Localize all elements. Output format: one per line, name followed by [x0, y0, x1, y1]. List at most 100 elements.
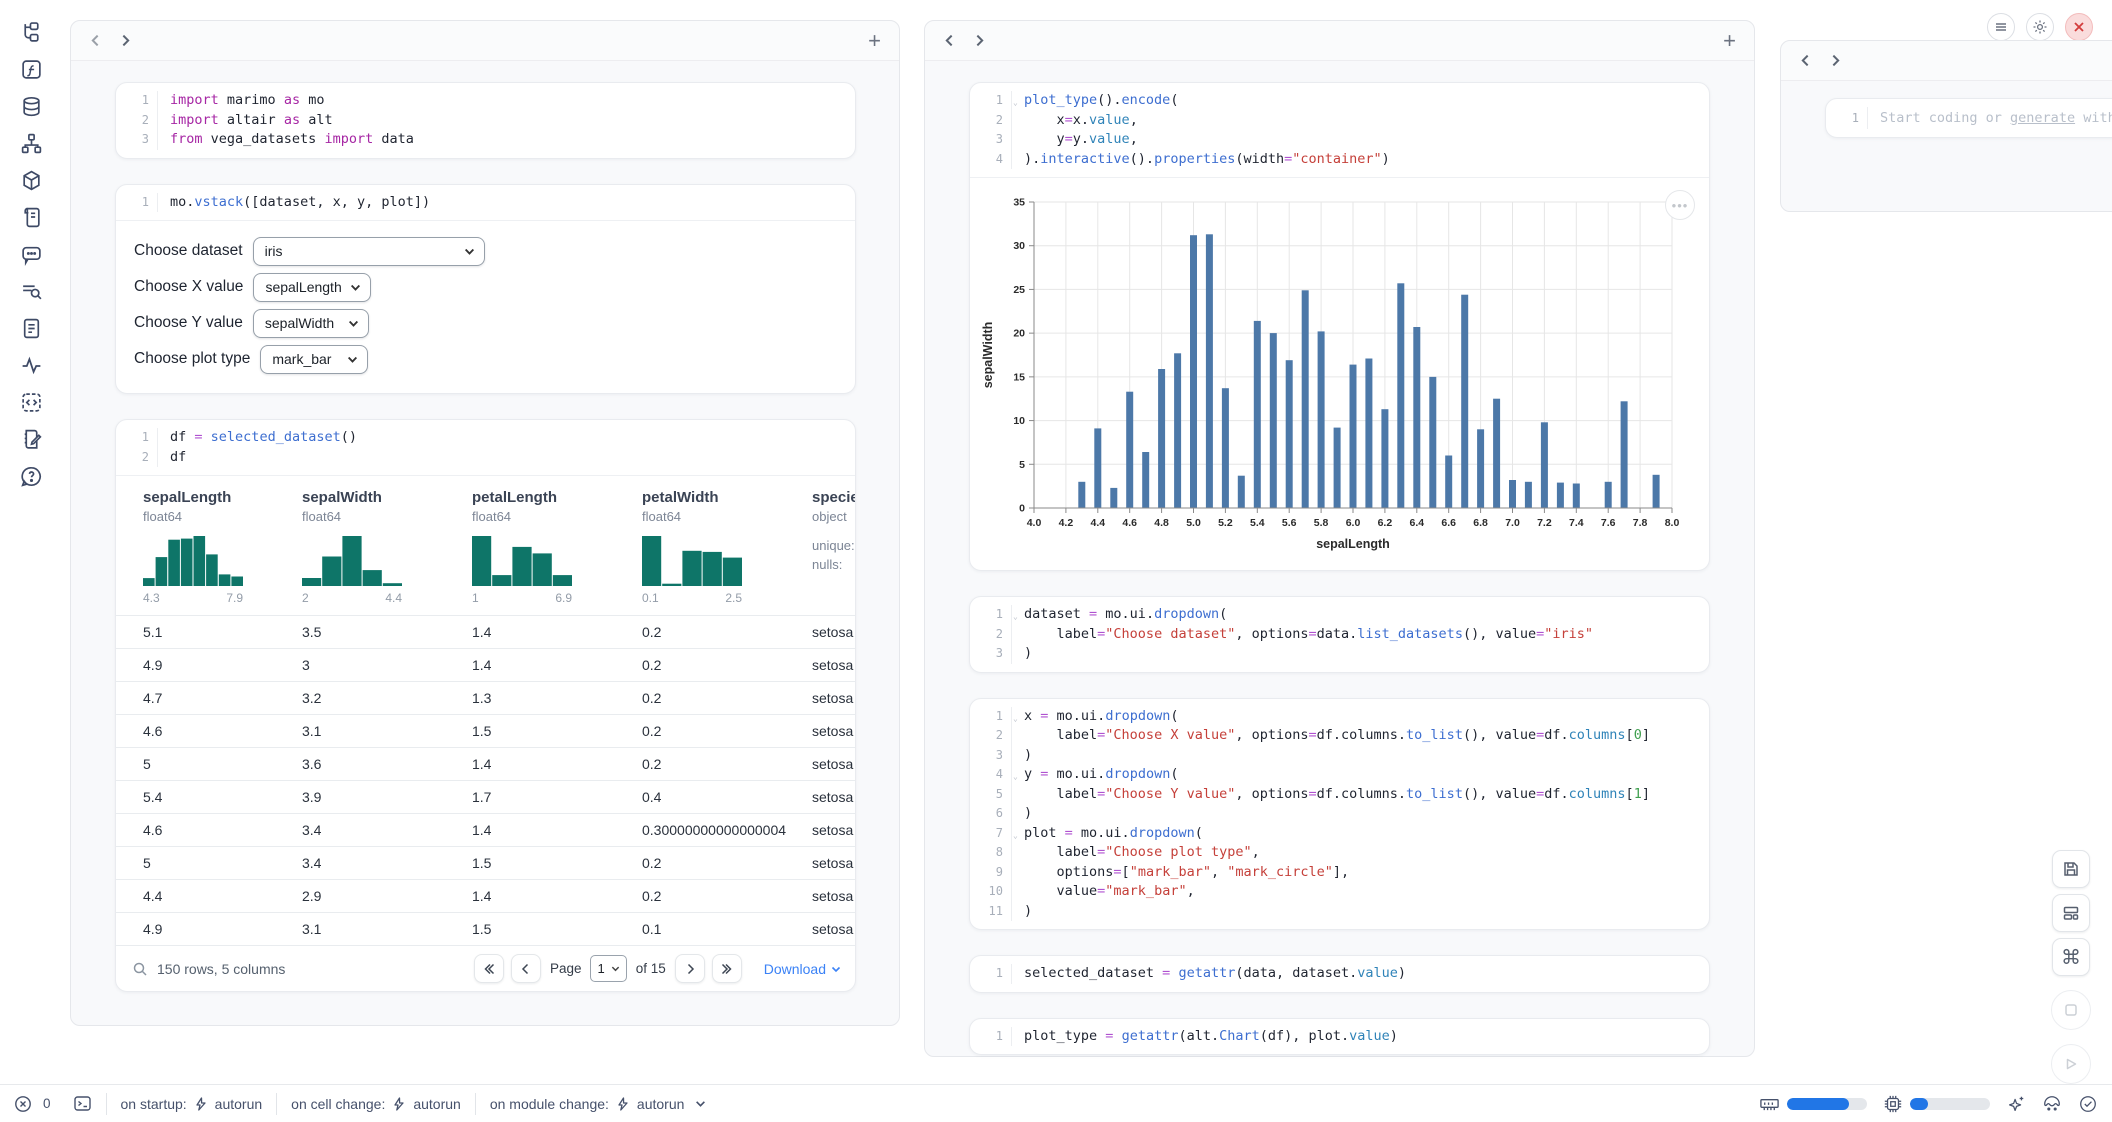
add-cell-button[interactable]: + [868, 30, 881, 52]
cpu-usage [1883, 1094, 1990, 1114]
table-row[interactable]: 4.93.11.50.1setosa [116, 912, 855, 945]
line-number: 2 [970, 726, 1012, 746]
control-label: Choose Y value [134, 314, 243, 332]
connection-status-icon[interactable] [2078, 1094, 2098, 1114]
stop-button[interactable] [2051, 990, 2091, 1030]
on-startup-mode[interactable]: on startup: autorun [121, 1096, 263, 1112]
copilot-icon[interactable] [2042, 1094, 2062, 1114]
table-row[interactable]: 5.43.91.70.4setosa [116, 780, 855, 813]
column-left-arrow[interactable] [943, 29, 973, 53]
code-editor[interactable]: 1import marimo as mo2import altair as al… [116, 83, 855, 158]
control-row: Choose datasetiris [134, 233, 837, 269]
table-row[interactable]: 4.63.41.40.30000000000000004setosa [116, 813, 855, 846]
datasources-icon[interactable] [0, 88, 62, 125]
column-histogram: 24.4 [302, 536, 472, 605]
tracing-icon[interactable] [0, 347, 62, 384]
scratchpad-icon[interactable] [0, 421, 62, 458]
svg-text:5.0: 5.0 [1186, 517, 1201, 529]
functions-icon[interactable] [0, 51, 62, 88]
choose-dataset-select[interactable]: iris [253, 237, 485, 266]
documentation-icon[interactable] [0, 199, 62, 236]
layout-button[interactable] [2052, 894, 2090, 932]
column-histogram: 4.37.9 [143, 536, 302, 605]
line-number: 10 [970, 882, 1012, 902]
table-row[interactable]: 53.61.40.2setosa [116, 747, 855, 780]
column-right-arrow[interactable] [973, 29, 1003, 53]
file-explorer-icon[interactable] [0, 14, 62, 51]
code-editor[interactable]: 1mo.vstack([dataset, x, y, plot]) [116, 185, 855, 221]
code-editor[interactable]: 1df = selected_dataset()2df [116, 420, 855, 475]
svg-text:30: 30 [1013, 240, 1025, 252]
line-number: 6 [970, 804, 1012, 824]
error-circle-icon [14, 1095, 32, 1113]
terminal-button[interactable] [73, 1094, 92, 1113]
packages-icon[interactable] [0, 162, 62, 199]
menu-button[interactable] [1987, 13, 2015, 41]
help-icon[interactable] [0, 458, 62, 495]
code-editor[interactable]: 1⌄x = mo.ui.dropdown(2 label="Choose X v… [970, 699, 1709, 930]
first-page-button[interactable] [474, 954, 504, 983]
editor-placeholder: Start coding or generate with [1868, 107, 2112, 129]
chat-icon[interactable] [0, 236, 62, 273]
column-header-petalLength[interactable]: petalLengthfloat6416.9 [472, 489, 642, 605]
table-row[interactable]: 4.931.40.2setosa [116, 648, 855, 681]
svg-text:5.6: 5.6 [1282, 517, 1297, 529]
svg-text:8.0: 8.0 [1665, 517, 1680, 529]
code-editor[interactable]: 1⌄plot_type().encode(2 x=x.value,3 y=y.v… [970, 83, 1709, 177]
window-controls [1987, 13, 2093, 41]
search-icon[interactable] [132, 961, 148, 977]
bar-chart[interactable]: 4.04.24.44.64.85.05.25.45.65.86.06.26.46… [976, 188, 1688, 564]
table-row[interactable]: 53.41.50.2setosa [116, 846, 855, 879]
run-button[interactable] [2051, 1044, 2091, 1084]
page-select[interactable]: 1 [590, 955, 626, 982]
line-number: 11 [970, 902, 1012, 922]
svg-text:7.2: 7.2 [1537, 517, 1552, 529]
column-left-arrow[interactable] [1799, 49, 1829, 73]
column-header-sepalLength[interactable]: sepalLengthfloat644.37.9 [143, 489, 302, 605]
table-row[interactable]: 5.13.51.40.2setosa [116, 615, 855, 648]
code-editor[interactable]: 1⌄dataset = mo.ui.dropdown(2 label="Choo… [970, 597, 1709, 672]
column-left-arrow[interactable] [89, 29, 119, 53]
keyboard-shortcuts-button[interactable]: ⌘ [2052, 938, 2090, 976]
code-editor[interactable]: 1plot_type = getattr(alt.Chart(df), plot… [970, 1019, 1709, 1055]
column-header-species[interactable]: speciesobjectunique:nulls: [812, 489, 855, 605]
prev-page-button[interactable] [511, 954, 541, 983]
on-startup-label: on startup: [121, 1096, 187, 1112]
save-button[interactable] [2052, 850, 2090, 888]
download-button[interactable]: Download [764, 961, 841, 977]
outline-icon[interactable] [0, 310, 62, 347]
column-right-arrow[interactable] [119, 29, 149, 53]
next-page-button[interactable] [675, 954, 705, 983]
choose-x-value-select[interactable]: sepalLength [253, 273, 371, 302]
choose-y-value-select[interactable]: sepalWidth [253, 309, 369, 338]
errors-indicator[interactable]: 0 [14, 1095, 51, 1113]
snippets-icon[interactable] [0, 384, 62, 421]
line-number: 7⌄ [970, 824, 1012, 844]
on-module-change-mode[interactable]: on module change: autorun [490, 1096, 707, 1112]
line-number: 1⌄ [970, 605, 1012, 625]
table-row[interactable]: 4.42.91.40.2setosa [116, 879, 855, 912]
pagination: Page 1 of 15 [474, 954, 742, 983]
status-bar: 0 on startup: autorun on cell change: au… [0, 1084, 2112, 1122]
svg-text:4.6: 4.6 [1122, 517, 1137, 529]
choose-plot-type-select[interactable]: mark_bar [260, 345, 368, 374]
table-row[interactable]: 4.63.11.50.2setosa [116, 714, 855, 747]
table-row[interactable]: 4.73.21.30.2setosa [116, 681, 855, 714]
column-header-sepalWidth[interactable]: sepalWidthfloat6424.4 [302, 489, 472, 605]
close-button[interactable] [2065, 13, 2093, 41]
column-header-petalWidth[interactable]: petalWidthfloat640.12.5 [642, 489, 812, 605]
code-editor[interactable]: 1selected_dataset = getattr(data, datase… [970, 956, 1709, 992]
logs-icon[interactable] [0, 273, 62, 310]
add-cell-button[interactable]: + [1723, 30, 1736, 52]
column-1: + 1import marimo as mo2import altair as … [70, 20, 900, 1026]
generate-with-ai-link[interactable]: generate [2010, 110, 2075, 126]
column-right-arrow[interactable] [1829, 49, 1859, 73]
ai-sparkles-icon[interactable] [2006, 1094, 2026, 1114]
on-cell-change-mode[interactable]: on cell change: autorun [291, 1096, 461, 1112]
dependency-graph-icon[interactable] [0, 125, 62, 162]
line-number: 5 [970, 785, 1012, 805]
last-page-button[interactable] [712, 954, 742, 983]
settings-gear-button[interactable] [2026, 13, 2054, 41]
code-editor[interactable]: 1 Start coding or generate with [1826, 99, 2112, 137]
chart-menu-button[interactable]: ••• [1665, 190, 1695, 220]
